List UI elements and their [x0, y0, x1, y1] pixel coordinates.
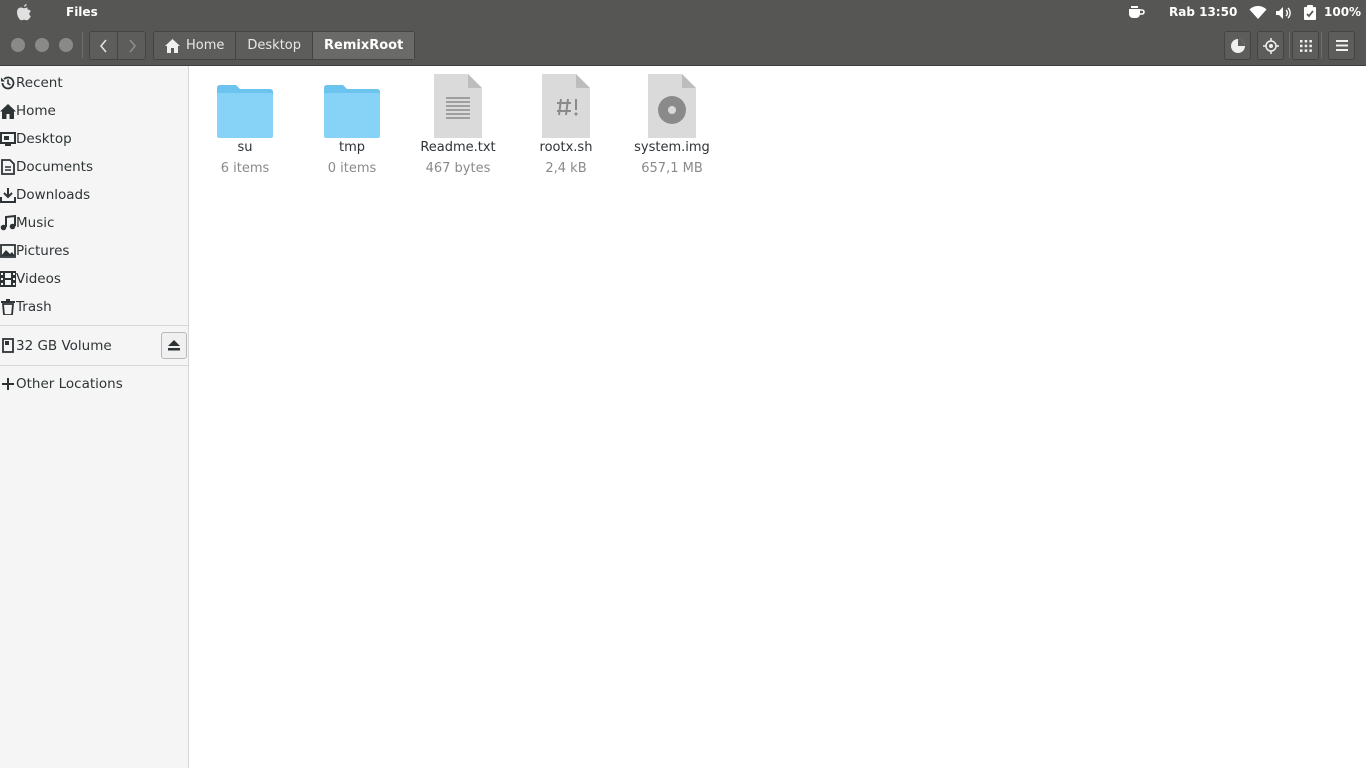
navigation-buttons [89, 31, 146, 60]
clock[interactable]: Rab 13:50 [1169, 5, 1237, 19]
file-name: Readme.txt [420, 140, 496, 155]
sidebar-item-home[interactable]: Home [0, 97, 188, 125]
sidebar-item-label: Recent [16, 75, 63, 91]
apple-logo-icon[interactable] [14, 3, 34, 22]
file-meta: 467 bytes [425, 161, 491, 176]
music-icon [0, 215, 16, 231]
disk-image-icon [622, 66, 722, 138]
videos-icon [0, 271, 16, 287]
sidebar-item-desktop[interactable]: Desktop [0, 125, 188, 153]
sidebar-item-other-locations[interactable]: Other Locations [0, 370, 188, 398]
file-name: su [237, 140, 253, 155]
sidebar-item-label: Videos [16, 271, 61, 287]
menu-icon [1335, 40, 1348, 51]
plus-icon [0, 376, 16, 392]
breadcrumb: Home Desktop RemixRoot [153, 31, 416, 60]
breadcrumb-home[interactable]: Home [154, 32, 235, 59]
sidebar-item-pictures[interactable]: Pictures [0, 237, 188, 265]
wifi-icon[interactable] [1249, 6, 1267, 20]
coffee-icon[interactable] [1128, 6, 1146, 20]
file-meta: 2,4 kB [545, 161, 587, 176]
text-file-icon [408, 66, 508, 138]
forward-button[interactable] [117, 32, 145, 59]
view-mode-button[interactable] [1292, 31, 1319, 60]
pie-chart-icon [1230, 38, 1245, 53]
sidebar-separator [0, 325, 188, 326]
back-button[interactable] [90, 32, 117, 59]
file-item-su[interactable]: su 6 items [195, 66, 295, 178]
file-item-tmp[interactable]: tmp 0 items [302, 66, 402, 178]
breadcrumb-label: Desktop [247, 38, 302, 53]
desktop-icon [0, 131, 16, 147]
eject-icon [168, 340, 180, 351]
sidebar-item-recent[interactable]: Recent [0, 69, 188, 97]
clipboard-check-icon[interactable] [1303, 5, 1317, 21]
battery-percentage[interactable]: 100% [1324, 5, 1361, 19]
drive-icon [0, 338, 16, 354]
breadcrumb-label: RemixRoot [324, 38, 404, 53]
sidebar-item-label: Other Locations [16, 376, 123, 392]
file-meta: 0 items [327, 161, 377, 176]
file-name: rootx.sh [539, 140, 593, 155]
sidebar-item-label: Pictures [16, 243, 70, 259]
sidebar-item-trash[interactable]: Trash [0, 293, 188, 321]
pictures-icon [0, 243, 16, 259]
file-view: su 6 items tmp 0 items Readme.txt 467 by… [189, 66, 1366, 768]
chevron-left-icon [99, 38, 107, 53]
sidebar-item-label: Trash [16, 299, 52, 315]
disk-usage-button[interactable] [1224, 31, 1251, 60]
breadcrumb-desktop[interactable]: Desktop [235, 32, 312, 59]
sidebar-item-label: 32 GB Volume [16, 337, 112, 354]
sidebar-item-videos[interactable]: Videos [0, 265, 188, 293]
trash-icon [0, 299, 16, 315]
main-menu-button[interactable] [1328, 31, 1355, 60]
sidebar-item-documents[interactable]: Documents [0, 153, 188, 181]
home-icon [165, 38, 180, 53]
grid-view-icon [1299, 39, 1312, 52]
recent-icon [0, 75, 16, 91]
sidebar: Recent Home Desktop Documents Downloads … [0, 66, 189, 768]
sidebar-item-label: Desktop [16, 131, 72, 147]
sidebar-item-downloads[interactable]: Downloads [0, 181, 188, 209]
sidebar-item-label: Documents [16, 159, 93, 175]
location-target-icon [1262, 37, 1279, 54]
sidebar-item-32gb-volume[interactable]: 32 GB Volume [0, 330, 188, 361]
sidebar-item-label: Music [16, 215, 55, 231]
header-separator [1321, 32, 1322, 58]
chevron-right-icon [129, 38, 136, 53]
top-panel: Files Rab 13:50 100% [0, 0, 1366, 25]
header-separator [1289, 32, 1290, 58]
sidebar-item-music[interactable]: Music [0, 209, 188, 237]
eject-button[interactable] [161, 332, 187, 359]
header-separator [82, 32, 83, 58]
maximize-window-button[interactable] [59, 38, 73, 52]
documents-icon [0, 159, 16, 175]
file-name: system.img [634, 140, 710, 155]
file-name: tmp [338, 140, 365, 155]
file-meta: 6 items [220, 161, 270, 176]
folder-icon [302, 66, 402, 138]
sidebar-separator [0, 365, 188, 366]
minimize-window-button[interactable] [35, 38, 49, 52]
file-meta: 657,1 MB [641, 161, 703, 176]
volume-icon[interactable] [1275, 6, 1293, 20]
breadcrumb-remixroot[interactable]: RemixRoot [312, 32, 415, 59]
close-window-button[interactable] [11, 38, 25, 52]
folder-icon [195, 66, 295, 138]
sidebar-item-label: Downloads [16, 187, 91, 203]
home-icon [0, 103, 16, 119]
file-item-rootx[interactable]: rootx.sh 2,4 kB [516, 66, 616, 178]
app-menu-files[interactable]: Files [66, 5, 98, 19]
location-button[interactable] [1257, 31, 1284, 60]
sidebar-item-label: Home [16, 103, 56, 119]
script-file-icon [516, 66, 616, 138]
file-item-system-img[interactable]: system.img 657,1 MB [622, 66, 722, 178]
header-bar: Home Desktop RemixRoot [0, 25, 1366, 66]
file-item-readme[interactable]: Readme.txt 467 bytes [408, 66, 508, 178]
downloads-icon [0, 187, 16, 203]
breadcrumb-label: Home [186, 38, 225, 53]
